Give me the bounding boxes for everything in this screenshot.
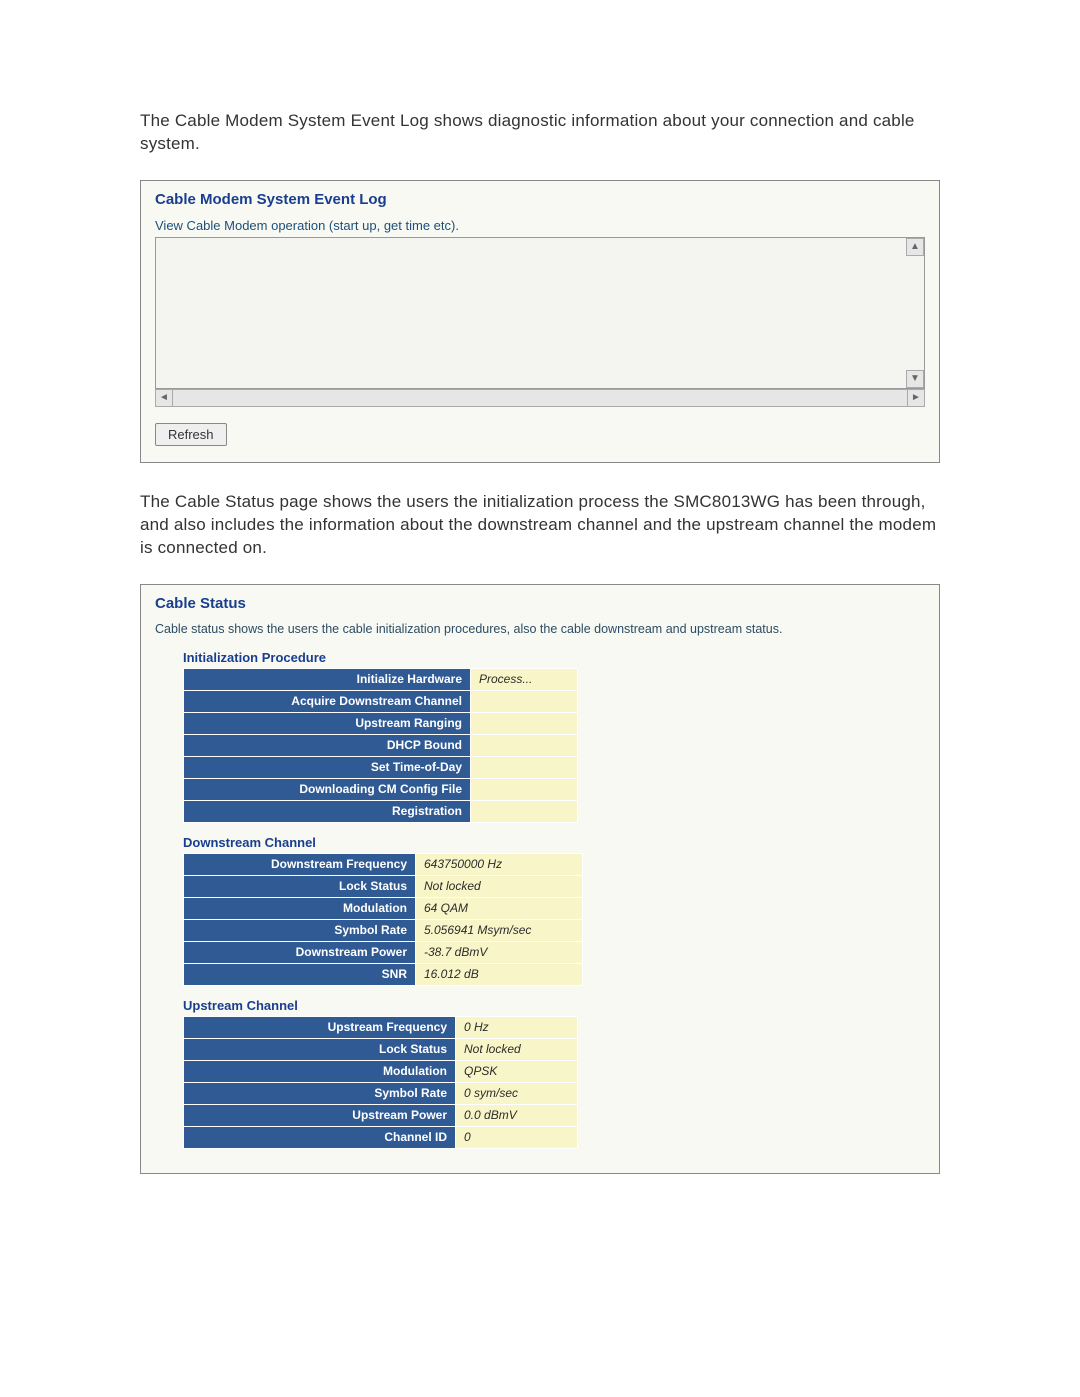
row-value: Process... <box>471 668 578 690</box>
row-label: Modulation <box>184 1060 456 1082</box>
table-row: Lock StatusNot locked <box>184 1038 578 1060</box>
row-label: Registration <box>184 800 471 822</box>
row-value: 0.0 dBmV <box>456 1104 578 1126</box>
intro-text-1: The Cable Modem System Event Log shows d… <box>140 110 940 156</box>
row-label: Downstream Frequency <box>184 853 416 875</box>
intro-text-2: The Cable Status page shows the users th… <box>140 491 940 560</box>
event-log-textarea[interactable]: ▲ ▼ <box>155 237 925 389</box>
row-value: 64 QAM <box>416 897 583 919</box>
table-row: Acquire Downstream Channel <box>184 690 578 712</box>
table-row: Channel ID0 <box>184 1126 578 1148</box>
downstream-channel-header: Downstream Channel <box>183 835 925 850</box>
table-row: Set Time-of-Day <box>184 756 578 778</box>
row-label: Downstream Power <box>184 941 416 963</box>
row-label: Upstream Power <box>184 1104 456 1126</box>
row-value: 0 <box>456 1126 578 1148</box>
row-label: Upstream Ranging <box>184 712 471 734</box>
row-value <box>471 778 578 800</box>
horizontal-scrollbar[interactable]: ◄ ► <box>155 389 925 407</box>
table-row: Upstream Power0.0 dBmV <box>184 1104 578 1126</box>
table-row: DHCP Bound <box>184 734 578 756</box>
cable-status-desc: Cable status shows the users the cable i… <box>155 622 925 636</box>
table-row: Lock StatusNot locked <box>184 875 583 897</box>
row-value <box>471 712 578 734</box>
init-procedure-table: Initialize HardwareProcess... Acquire Do… <box>183 668 578 823</box>
row-label: SNR <box>184 963 416 985</box>
table-row: Symbol Rate0 sym/sec <box>184 1082 578 1104</box>
scroll-down-icon[interactable]: ▼ <box>906 370 924 388</box>
row-label: Channel ID <box>184 1126 456 1148</box>
row-value: -38.7 dBmV <box>416 941 583 963</box>
table-row: Downloading CM Config File <box>184 778 578 800</box>
row-label: Set Time-of-Day <box>184 756 471 778</box>
row-label: Initialize Hardware <box>184 668 471 690</box>
table-row: Symbol Rate5.056941 Msym/sec <box>184 919 583 941</box>
table-row: Registration <box>184 800 578 822</box>
row-value: QPSK <box>456 1060 578 1082</box>
table-row: Initialize HardwareProcess... <box>184 668 578 690</box>
row-label: Modulation <box>184 897 416 919</box>
refresh-button[interactable]: Refresh <box>155 423 227 446</box>
scroll-right-icon[interactable]: ► <box>907 389 925 407</box>
table-row: Downstream Frequency643750000 Hz <box>184 853 583 875</box>
row-value <box>471 756 578 778</box>
downstream-channel-table: Downstream Frequency643750000 Hz Lock St… <box>183 853 583 986</box>
cable-status-title: Cable Status <box>155 595 925 612</box>
row-label: Lock Status <box>184 875 416 897</box>
table-row: Modulation64 QAM <box>184 897 583 919</box>
table-row: Downstream Power-38.7 dBmV <box>184 941 583 963</box>
row-value: 643750000 Hz <box>416 853 583 875</box>
row-label: Symbol Rate <box>184 919 416 941</box>
upstream-channel-table: Upstream Frequency0 Hz Lock StatusNot lo… <box>183 1016 578 1149</box>
row-label: Upstream Frequency <box>184 1016 456 1038</box>
row-value: 0 Hz <box>456 1016 578 1038</box>
row-label: DHCP Bound <box>184 734 471 756</box>
row-value: Not locked <box>416 875 583 897</box>
row-label: Lock Status <box>184 1038 456 1060</box>
row-value: 16.012 dB <box>416 963 583 985</box>
row-label: Symbol Rate <box>184 1082 456 1104</box>
cable-status-panel: Cable Status Cable status shows the user… <box>140 584 940 1174</box>
row-value <box>471 734 578 756</box>
row-value: 0 sym/sec <box>456 1082 578 1104</box>
row-value: Not locked <box>456 1038 578 1060</box>
row-value <box>471 800 578 822</box>
table-row: ModulationQPSK <box>184 1060 578 1082</box>
table-row: Upstream Ranging <box>184 712 578 734</box>
row-value <box>471 690 578 712</box>
table-row: Upstream Frequency0 Hz <box>184 1016 578 1038</box>
row-label: Acquire Downstream Channel <box>184 690 471 712</box>
event-log-subtitle: View Cable Modem operation (start up, ge… <box>155 218 925 233</box>
row-value: 5.056941 Msym/sec <box>416 919 583 941</box>
event-log-panel: Cable Modem System Event Log View Cable … <box>140 180 940 463</box>
event-log-title: Cable Modem System Event Log <box>155 191 925 208</box>
scroll-left-icon[interactable]: ◄ <box>155 389 173 407</box>
init-procedure-header: Initialization Procedure <box>183 650 925 665</box>
row-label: Downloading CM Config File <box>184 778 471 800</box>
scroll-up-icon[interactable]: ▲ <box>906 238 924 256</box>
upstream-channel-header: Upstream Channel <box>183 998 925 1013</box>
table-row: SNR16.012 dB <box>184 963 583 985</box>
